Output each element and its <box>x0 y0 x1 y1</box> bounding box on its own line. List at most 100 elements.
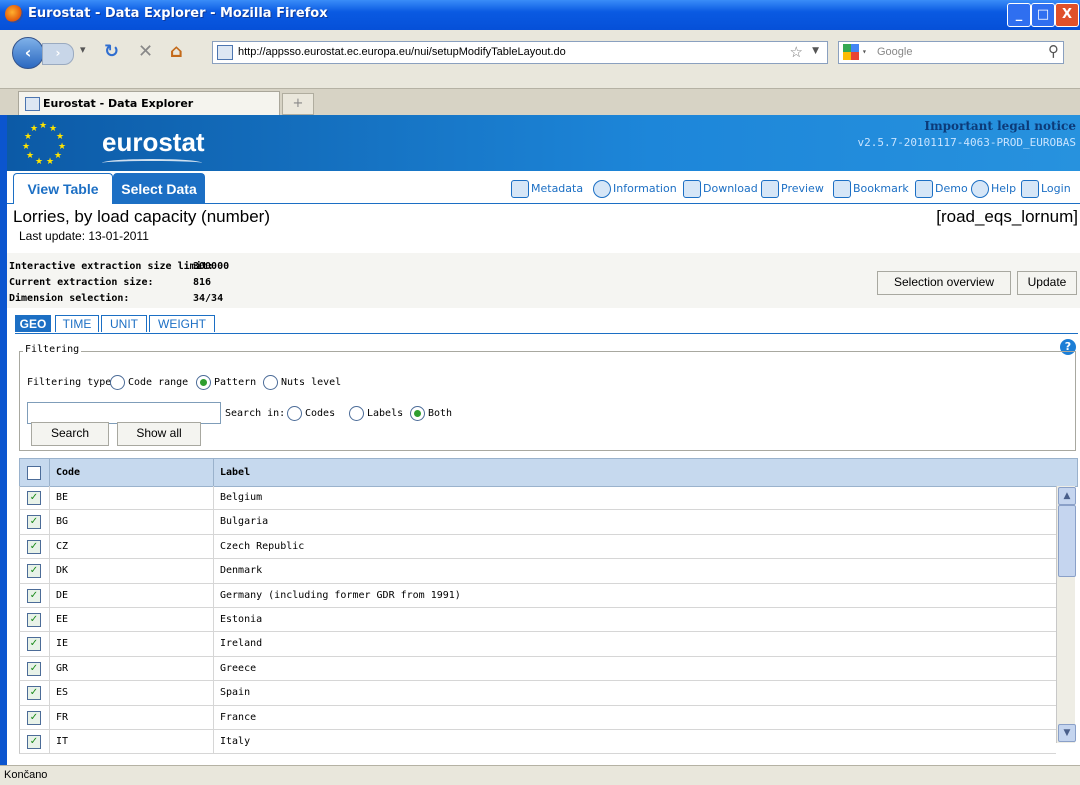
row-label: Denmark <box>220 565 263 577</box>
column-label[interactable]: Label <box>220 467 250 478</box>
radio-pattern-label: Pattern <box>214 377 257 388</box>
row-label: Greece <box>220 662 257 674</box>
row-label: France <box>220 711 257 723</box>
metadata-button[interactable]: Metadata <box>511 180 583 198</box>
row-code: IE <box>56 638 69 650</box>
new-tab-button[interactable]: + <box>282 93 314 115</box>
row-checkbox[interactable]: ✓ <box>27 539 41 554</box>
status-bar: Končano <box>0 765 1080 785</box>
url-dropdown-icon[interactable]: ▼ <box>812 46 819 56</box>
scroll-up-icon[interactable]: ▲ <box>1058 487 1076 505</box>
table-row[interactable]: ✓ DK Denmark <box>19 559 1056 584</box>
url-text[interactable]: http://appsso.eurostat.ec.europa.eu/nui/… <box>238 46 566 58</box>
row-checkbox[interactable]: ✓ <box>27 710 41 725</box>
tab-select-data[interactable]: Select Data <box>113 173 205 204</box>
table-row[interactable]: ✓ FR France <box>19 705 1056 730</box>
close-button[interactable]: X <box>1055 3 1079 27</box>
table-row[interactable]: ✓ DE Germany (including former GDR from 19… <box>19 583 1056 608</box>
row-checkbox[interactable]: ✓ <box>27 588 41 603</box>
table-row[interactable]: ✓ BG Bulgaria <box>19 510 1056 535</box>
row-checkbox[interactable]: ✓ <box>27 734 41 749</box>
maximize-button[interactable]: □ <box>1031 3 1055 27</box>
key-icon <box>1021 180 1039 198</box>
grid-separator <box>213 459 214 486</box>
page-title: Lorries, by load capacity (number) <box>13 207 271 226</box>
radio-both[interactable] <box>410 406 425 421</box>
search-icon[interactable]: ⚲ <box>1048 42 1059 60</box>
radio-codes-label: Codes <box>305 408 336 419</box>
forward-button[interactable]: › <box>42 43 74 65</box>
show-all-button[interactable]: Show all <box>117 422 201 446</box>
eurostat-logo[interactable]: eurostat <box>102 127 205 158</box>
radio-pattern[interactable] <box>196 375 211 390</box>
current-label: Current extraction size: <box>9 277 154 288</box>
tab-geo[interactable]: GEO <box>15 315 51 332</box>
row-checkbox[interactable]: ✓ <box>27 637 41 652</box>
legal-notice-link[interactable]: Important legal notice <box>924 119 1076 133</box>
status-text: Končano <box>4 769 48 781</box>
radio-nuts-level[interactable] <box>263 375 278 390</box>
column-code[interactable]: Code <box>56 467 80 478</box>
home-icon[interactable]: ⌂ <box>170 41 183 62</box>
row-code: BG <box>56 516 69 528</box>
update-button[interactable]: Update <box>1017 271 1077 295</box>
row-checkbox[interactable]: ✓ <box>27 686 41 701</box>
url-bar[interactable]: http://appsso.eurostat.ec.europa.eu/nui/… <box>212 41 828 64</box>
radio-code-range[interactable] <box>110 375 125 390</box>
search-input[interactable] <box>27 402 221 424</box>
eu-flag-icon: ★ ★ ★ ★ ★ ★ ★ ★ ★ ★ ★ <box>22 121 67 167</box>
scroll-thumb[interactable] <box>1058 505 1076 577</box>
table-row[interactable]: ✓ IE Ireland <box>19 632 1056 657</box>
row-checkbox[interactable]: ✓ <box>27 491 41 505</box>
help-button[interactable]: Help <box>971 180 1016 198</box>
table-row[interactable]: ✓ EE Estonia <box>19 607 1056 633</box>
browser-tab[interactable]: Eurostat - Data Explorer <box>18 91 280 116</box>
select-all-checkbox[interactable] <box>27 466 41 480</box>
search-button[interactable]: Search <box>31 422 109 446</box>
login-button[interactable]: Login <box>1021 180 1071 198</box>
history-dropdown-icon[interactable]: ▾ <box>80 43 86 56</box>
row-checkbox[interactable]: ✓ <box>27 661 41 676</box>
row-checkbox[interactable]: ✓ <box>27 612 41 627</box>
information-button[interactable]: Information <box>593 180 677 198</box>
row-checkbox[interactable]: ✓ <box>27 564 41 579</box>
browser-tab-label: Eurostat - Data Explorer <box>43 97 194 110</box>
row-label: Spain <box>220 687 251 699</box>
radio-labels[interactable] <box>349 406 364 421</box>
demo-button[interactable]: Demo <box>915 180 968 198</box>
table-row[interactable]: ✓ BE Belgium <box>19 486 1056 511</box>
back-button[interactable]: ‹ <box>12 37 44 69</box>
row-code: FR <box>56 711 69 723</box>
bookmark-icon <box>833 180 851 198</box>
google-icon[interactable] <box>843 44 859 60</box>
radio-codes[interactable] <box>287 406 302 421</box>
tab-time[interactable]: TIME <box>55 315 99 332</box>
tab-weight[interactable]: WEIGHT <box>149 315 215 332</box>
stop-icon[interactable]: ✕ <box>138 41 153 62</box>
row-checkbox[interactable]: ✓ <box>27 515 41 530</box>
reload-icon[interactable]: ↻ <box>104 41 119 62</box>
preview-button[interactable]: Preview <box>761 180 824 198</box>
row-label: Bulgaria <box>220 516 269 528</box>
bookmark-button[interactable]: Bookmark <box>833 180 909 198</box>
tab-unit[interactable]: UNIT <box>101 315 147 332</box>
table-row[interactable]: ✓ ES Spain <box>19 681 1056 706</box>
row-code: BE <box>56 492 69 503</box>
tab-view-table[interactable]: View Table <box>13 173 113 204</box>
download-button[interactable]: Download <box>683 180 758 198</box>
search-placeholder[interactable]: Google <box>877 46 912 58</box>
logo-swoosh <box>102 159 202 167</box>
scroll-down-icon[interactable]: ▼ <box>1058 724 1076 742</box>
minimize-button[interactable]: _ <box>1007 3 1031 27</box>
engine-dropdown-icon[interactable]: ▾ <box>862 47 867 56</box>
table-row[interactable]: ✓ IT Italy <box>19 729 1056 755</box>
current-value: 816 <box>193 277 212 288</box>
grid-scrollbar[interactable]: ▲ ▼ <box>1056 486 1076 743</box>
selection-overview-button[interactable]: Selection overview <box>877 271 1011 295</box>
search-bar[interactable]: ▾ Google ⚲ <box>838 41 1064 64</box>
table-row[interactable]: ✓ GR Greece <box>19 656 1056 682</box>
table-row[interactable]: ✓ CZ Czech Republic <box>19 534 1056 560</box>
bookmark-star-icon[interactable]: ☆ <box>790 43 803 61</box>
grid-separator <box>49 459 50 486</box>
lifebuoy-icon <box>971 180 989 198</box>
